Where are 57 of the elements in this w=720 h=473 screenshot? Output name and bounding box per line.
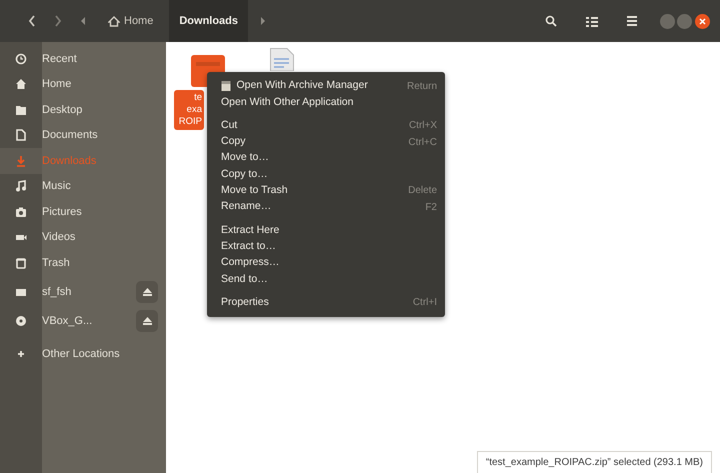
- sidebar-item[interactable]: Pictures: [0, 199, 166, 224]
- caret-right-icon: [260, 17, 266, 25]
- path-crumb[interactable]: Home: [98, 0, 164, 42]
- eject-button[interactable]: [136, 281, 158, 304]
- sidebar-item[interactable]: Trash: [0, 250, 166, 276]
- search-icon: [544, 15, 556, 27]
- shortcut-label: Ctrl+X: [408, 119, 437, 134]
- shortcut-label: Ctrl+I: [412, 296, 437, 310]
- close-icon: [699, 18, 706, 24]
- document-icon: [15, 129, 27, 142]
- menu-item[interactable]: Move to Trash Delete: [207, 182, 445, 200]
- eject-button[interactable]: [136, 310, 158, 332]
- menu-icon: [626, 16, 636, 26]
- menu-item[interactable]: Open With Archive Manager Return: [207, 78, 445, 94]
- menu-item[interactable]: Cut Ctrl+X: [207, 118, 445, 134]
- drive-icon: [15, 286, 27, 298]
- clock-icon: [15, 52, 27, 65]
- folder-icon: [15, 104, 27, 116]
- close-button[interactable]: [695, 14, 710, 28]
- menu-item[interactable]: Properties Ctrl+I: [207, 294, 445, 311]
- camera-icon: [15, 206, 27, 218]
- sidebar-item[interactable]: Videos: [0, 224, 166, 250]
- disc-icon: [15, 315, 27, 327]
- shortcut-label: F2: [425, 200, 437, 215]
- home-icon: [15, 78, 27, 90]
- menu-item[interactable]: Copy Ctrl+C: [207, 134, 445, 150]
- sidebar-item[interactable]: Home: [0, 72, 166, 97]
- caret-left-icon: [80, 17, 86, 25]
- menu-item[interactable]: Extract Here: [207, 222, 445, 239]
- menu-item[interactable]: Extract to…: [207, 238, 445, 255]
- list-icon: [586, 16, 598, 26]
- eject-icon: [142, 317, 152, 325]
- shortcut-label: Return: [406, 80, 437, 94]
- menu-item[interactable]: Rename… F2: [207, 199, 445, 216]
- sidebar-item[interactable]: VBox_G...: [0, 305, 166, 337]
- file-label: te exa ROIP: [174, 90, 204, 130]
- home-icon: [108, 16, 120, 26]
- chevron-right-icon: [54, 15, 62, 27]
- eject-icon: [142, 288, 152, 296]
- menu-item[interactable]: Open With Other Application: [207, 94, 445, 111]
- menu-item[interactable]: Compress…: [207, 254, 445, 272]
- sidebar-item[interactable]: Documents: [0, 122, 166, 148]
- shortcut-label: Delete: [408, 184, 437, 198]
- status-label: “test_example_ROIPAC.zip” selected (293.1 MB): [476, 451, 712, 473]
- menu-item[interactable]: Move to…: [207, 150, 445, 166]
- chevron-left-icon: [28, 15, 36, 27]
- sidebar-item[interactable]: sf_fsh: [0, 280, 166, 305]
- sidebar-item[interactable]: Other Locations: [0, 341, 166, 366]
- sidebar-item[interactable]: Recent: [0, 46, 166, 72]
- path-crumb[interactable]: Downloads: [169, 0, 248, 42]
- sidebar-item[interactable]: Music: [0, 174, 166, 199]
- menu-item[interactable]: Send to…: [207, 271, 445, 288]
- shortcut-label: Ctrl+C: [408, 136, 437, 150]
- music-icon: [15, 180, 27, 192]
- sidebar-item[interactable]: Desktop: [0, 97, 166, 122]
- download-icon: [15, 154, 27, 167]
- menu-item[interactable]: Copy to…: [207, 166, 445, 183]
